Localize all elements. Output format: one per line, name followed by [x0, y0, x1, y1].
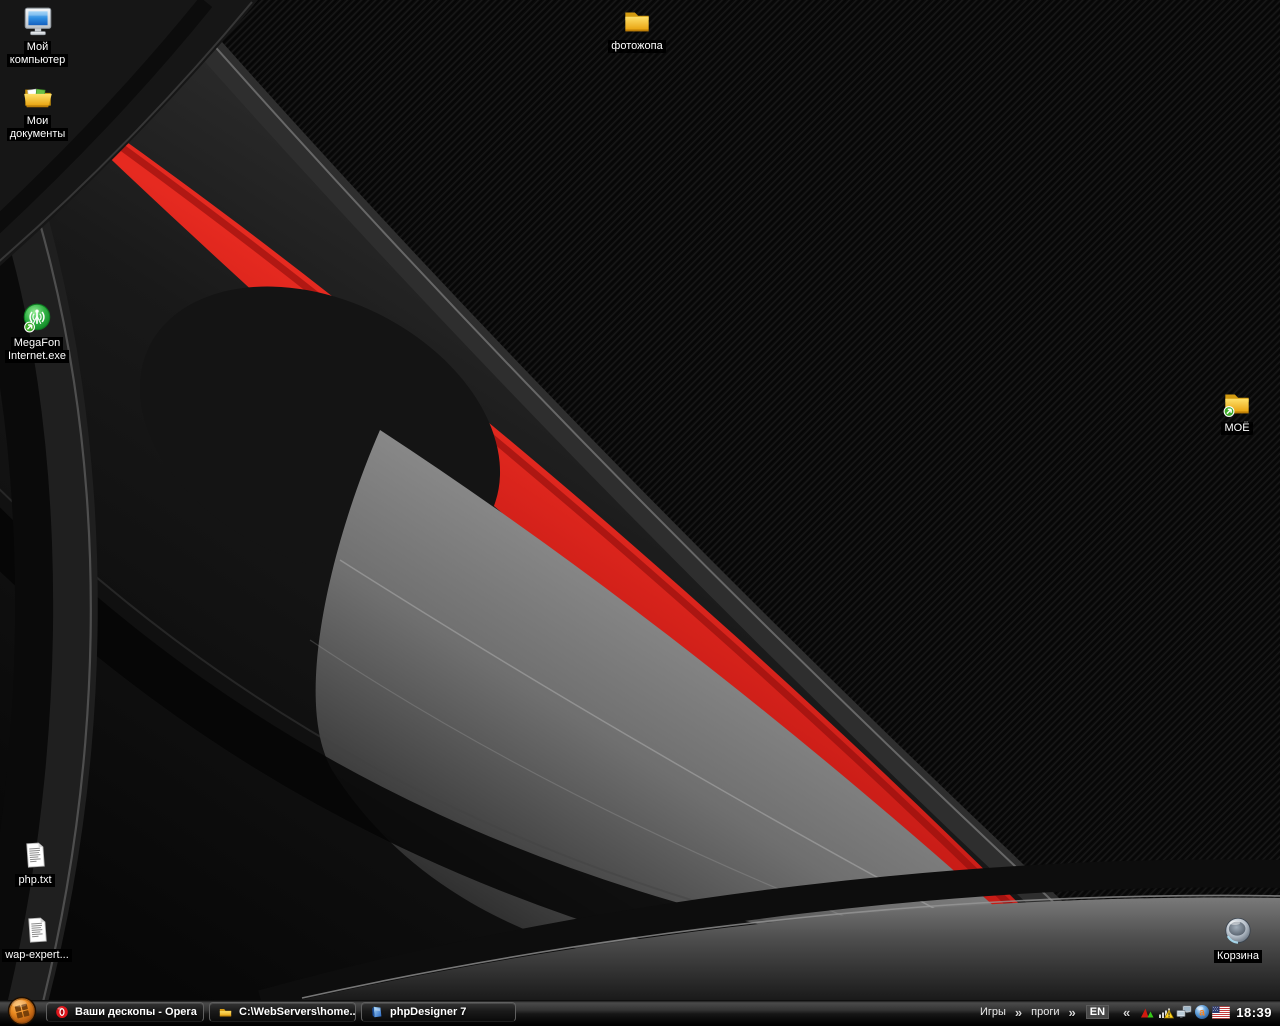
megafon-antenna-icon — [20, 301, 54, 335]
desktop-icon-php-txt[interactable]: php.txt — [0, 838, 80, 887]
desktop-icon-fotozhopa[interactable]: фотожопа — [592, 4, 682, 53]
folder-icon — [218, 1005, 233, 1019]
task-button-opera[interactable]: Ваши дескопы - Opera — [46, 1002, 204, 1022]
task-label: Ваши дескопы - Opera — [75, 1006, 197, 1018]
icon-label: Мои документы — [7, 115, 69, 141]
desktop-icon-megafon-internet[interactable]: MegaFon Internet.exe — [0, 301, 92, 363]
tray-us-flag-language-icon[interactable] — [1212, 1006, 1230, 1019]
taskbar-right-area: Игры » проги » EN « — [975, 1004, 1280, 1020]
taskbar: Ваши дескопы - Opera C:\WebServers\home.… — [0, 1000, 1280, 1024]
folder-icon — [620, 4, 654, 38]
recycle-bin-icon — [1221, 914, 1255, 948]
desktop-wallpaper — [0, 0, 1280, 1000]
text-file-icon — [18, 838, 52, 872]
tray-signal-warning-icon[interactable] — [1158, 1004, 1174, 1020]
tray-megafon-signal-icon[interactable] — [1140, 1004, 1156, 1020]
toolbar-games-chevron-icon[interactable]: » — [1015, 1005, 1022, 1020]
toolbar-games[interactable]: Игры — [980, 1006, 1006, 1018]
opera-icon — [55, 1005, 69, 1019]
desktop-icon-moyo[interactable]: МОЁ — [1192, 386, 1280, 435]
toolbar-progs[interactable]: проги — [1031, 1006, 1059, 1018]
task-buttons: Ваши дескопы - Opera C:\WebServers\home.… — [46, 1002, 516, 1022]
desktop-icon-my-computer[interactable]: Мой компьютер — [0, 5, 85, 67]
start-button[interactable] — [7, 996, 37, 1026]
task-label: C:\WebServers\home... — [239, 1006, 356, 1018]
icon-label: php.txt — [15, 874, 54, 887]
task-button-webservers-folder[interactable]: C:\WebServers\home... — [209, 1002, 356, 1022]
svg-text:a: a — [1199, 1008, 1205, 1019]
documents-folder-icon — [21, 79, 55, 113]
text-file-icon — [20, 913, 54, 947]
desktop-icon-recycle-bin[interactable]: Корзина — [1193, 914, 1280, 963]
taskbar-clock[interactable]: 18:39 — [1236, 1005, 1272, 1020]
phpdesigner-icon — [370, 1005, 384, 1019]
icon-label: Корзина — [1214, 950, 1262, 963]
icon-label: фотожопа — [608, 40, 665, 53]
tray-network-monitors-icon[interactable] — [1176, 1004, 1192, 1020]
computer-icon — [21, 5, 55, 39]
desktop: Мой компьютер Мои документы — [0, 0, 1280, 1000]
desktop-icon-wap-expert[interactable]: wap-expert... — [0, 913, 82, 962]
icon-label: МОЁ — [1221, 422, 1252, 435]
system-tray: a — [1140, 1004, 1230, 1020]
tray-avast-icon[interactable]: a — [1194, 1004, 1210, 1020]
tray-collapse-chevron-icon[interactable]: « — [1123, 1005, 1130, 1020]
icon-label: MegaFon Internet.exe — [5, 337, 69, 363]
desktop-icon-my-documents[interactable]: Мои документы — [0, 79, 85, 141]
folder-shortcut-icon — [1220, 386, 1254, 420]
task-label: phpDesigner 7 — [390, 1006, 466, 1018]
icon-label: Мой компьютер — [7, 41, 68, 67]
toolbar-progs-chevron-icon[interactable]: » — [1069, 1005, 1076, 1020]
icon-label: wap-expert... — [2, 949, 72, 962]
language-indicator[interactable]: EN — [1086, 1005, 1109, 1019]
task-button-phpdesigner[interactable]: phpDesigner 7 — [361, 1002, 516, 1022]
